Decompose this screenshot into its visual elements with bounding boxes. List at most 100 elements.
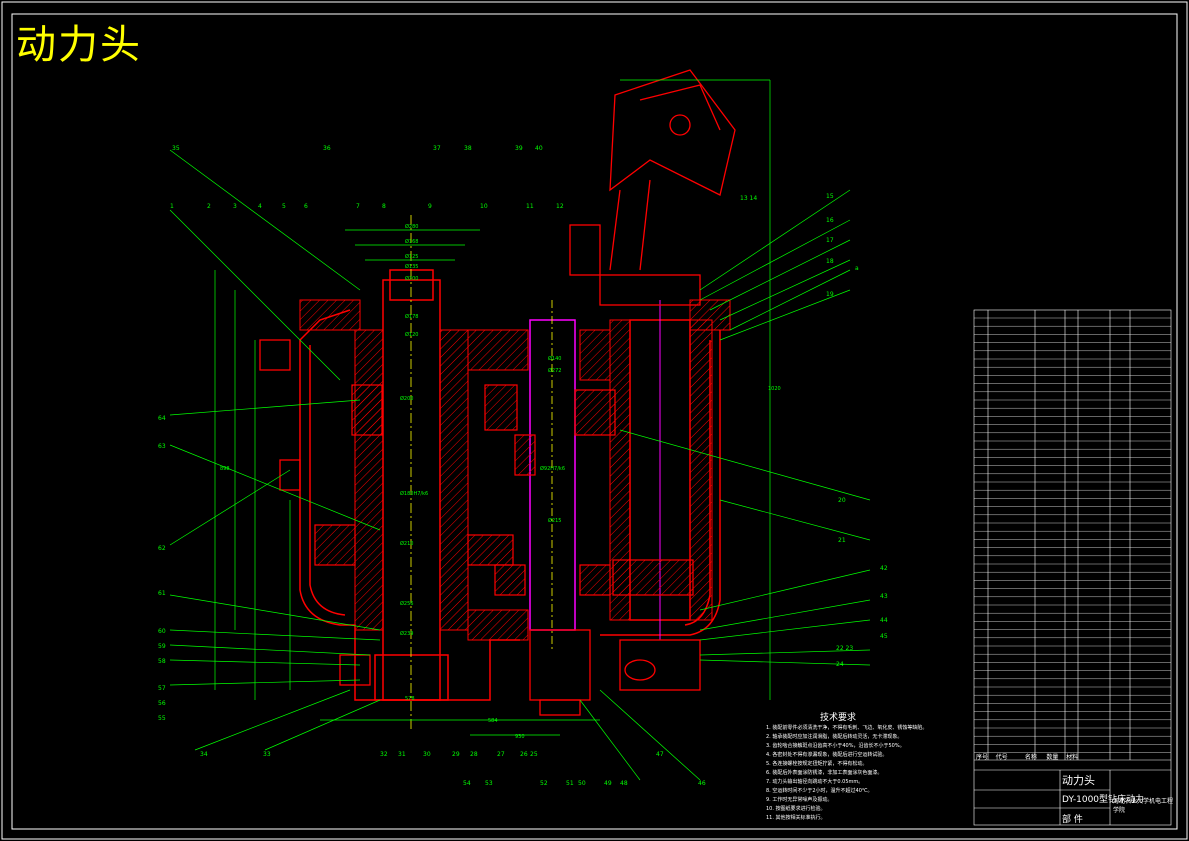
callout-label: 42	[880, 565, 888, 572]
tech-note: 8. 空运转时间不少于2小时，温升不超过40℃。	[766, 788, 873, 794]
callout-label: 60	[158, 628, 166, 635]
drawing-title: 动力头	[16, 22, 142, 68]
callout-label: 7	[356, 203, 360, 210]
title-block-org: 河北农业大学机电工程学院	[1113, 798, 1174, 814]
dimension-text: 930	[515, 734, 525, 740]
tech-note: 5. 各连接螺栓按规定扭矩拧紧，不得有松动。	[766, 761, 868, 767]
callout-label: 62	[158, 545, 166, 552]
callout-label: 63	[158, 443, 166, 450]
bom-rows	[974, 317, 1171, 753]
callout-label: 9	[428, 203, 432, 210]
callout-label: 15	[826, 193, 834, 200]
callout-label: 4	[258, 203, 262, 210]
callout-label: 34	[200, 751, 208, 758]
callout-label: 61	[158, 590, 166, 597]
callout-label: a	[855, 265, 859, 272]
callout-label: 24	[836, 661, 844, 668]
dimension-text: Ø256	[400, 600, 413, 607]
callout-label: 28	[470, 751, 478, 758]
dimension-text: Ø168	[405, 238, 418, 245]
callout-label: 11	[526, 203, 534, 210]
callout-label: 5	[282, 203, 286, 210]
dimension-lines	[169, 79, 871, 781]
callout-label: 1	[170, 203, 174, 210]
bom-header-cell: 序号	[976, 754, 989, 761]
callout-label: 29	[452, 751, 460, 758]
callout-label: 3	[233, 203, 237, 210]
dimension-text: Ø140	[548, 355, 561, 362]
dimension-text: Ø178	[405, 313, 418, 320]
callout-label: 48	[620, 780, 628, 787]
dimension-text: Ø200	[405, 275, 418, 282]
callout-label: 10	[480, 203, 488, 210]
callout-label: 20	[838, 497, 846, 504]
callout-label: 53	[485, 780, 493, 787]
dimension-text: 584	[488, 718, 498, 724]
callout-label: 13 14	[740, 195, 757, 202]
callout-label: 37	[433, 145, 441, 152]
dimension-text: 578	[405, 696, 415, 702]
callout-label: 54	[463, 780, 471, 787]
callout-label: 6	[304, 203, 308, 210]
callout-label: 26	[520, 751, 528, 758]
callout-label: 44	[880, 617, 888, 624]
callout-label: 43	[880, 593, 888, 600]
callout-label: 52	[540, 780, 548, 787]
dimension-text: 898	[220, 466, 230, 472]
tech-requirements-title: 技术要求	[820, 713, 857, 723]
bom-header-cell: 名称	[1024, 754, 1037, 761]
tech-note: 7. 动力头输出轴径向跳动不大于0.05mm。	[766, 779, 864, 785]
dimension-text: Ø125	[405, 253, 418, 260]
callout-label: 33	[263, 751, 271, 758]
bom-header-cell: 代号	[995, 754, 1008, 761]
bom-header-cell: 材料	[1066, 754, 1079, 761]
callout-label: 18	[826, 258, 834, 265]
tech-note: 6. 装配后外表面涂防锈漆，非加工表面涂灰色面漆。	[766, 770, 883, 776]
callout-label: 46	[698, 780, 706, 787]
callout-label: 21	[838, 537, 846, 544]
dimension-text: 1020	[768, 386, 781, 392]
dimension-text: Ø215	[548, 517, 561, 524]
callout-label: 38	[464, 145, 472, 152]
callout-label: 50	[578, 780, 586, 787]
callout-label: 16	[826, 217, 834, 224]
tech-note: 2. 轴承装配时应加注润滑脂，装配后转动灵活，无卡滞现象。	[766, 734, 903, 740]
callout-label: 22 23	[836, 645, 853, 652]
dimension-text: Ø272	[548, 367, 561, 374]
tech-note: 9. 工作时无异常噪声及振动。	[766, 797, 833, 803]
callout-label: 51	[566, 780, 574, 787]
callout-label: 30	[423, 751, 431, 758]
title-block-name: 动力头	[1062, 774, 1095, 787]
dimension-text: Ø210	[400, 540, 413, 547]
callout-label: 45	[880, 633, 888, 640]
tech-note: 11. 其他按相关标准执行。	[766, 815, 826, 821]
dimension-text: Ø200	[400, 395, 413, 402]
callout-label: 19	[826, 291, 834, 298]
dimension-text: Ø135	[405, 263, 418, 270]
dimension-text: Ø280	[405, 223, 418, 230]
bom-header: 序号 代号 名称 数量 材料	[976, 752, 1078, 761]
tech-note: 3. 齿轮啮合接触斑点沿齿高不小于40%，沿齿长不小于50%。	[766, 743, 905, 749]
callout-label: 27	[497, 751, 505, 758]
bom-header-cell: 数量	[1046, 754, 1059, 761]
tech-note: 4. 各密封处不得有渗漏现象，装配后进行空运转试验。	[766, 752, 888, 758]
middle-shaft	[529, 300, 576, 650]
callout-label: 55	[158, 715, 166, 722]
dimension-text: Ø92H7/k6	[540, 465, 565, 472]
callout-label: 32	[380, 751, 388, 758]
callout-label: 25	[530, 751, 538, 758]
callout-label: 39	[515, 145, 523, 152]
dimension-text: Ø180H7/k6	[400, 490, 428, 497]
callout-label: 36	[323, 145, 331, 152]
callout-label: 47	[656, 751, 664, 758]
callout-label: 57	[158, 685, 166, 692]
callout-label: 17	[826, 237, 834, 244]
callout-label: 56	[158, 700, 166, 707]
callout-label: 35	[172, 145, 180, 152]
callout-label: 2	[207, 203, 211, 210]
dimension-text: Ø120	[405, 331, 418, 338]
callout-label: 59	[158, 643, 166, 650]
motor-assembly	[569, 69, 736, 306]
tech-note: 10. 按图纸要求进行检验。	[766, 806, 826, 812]
dimension-text: Ø239	[400, 630, 413, 637]
